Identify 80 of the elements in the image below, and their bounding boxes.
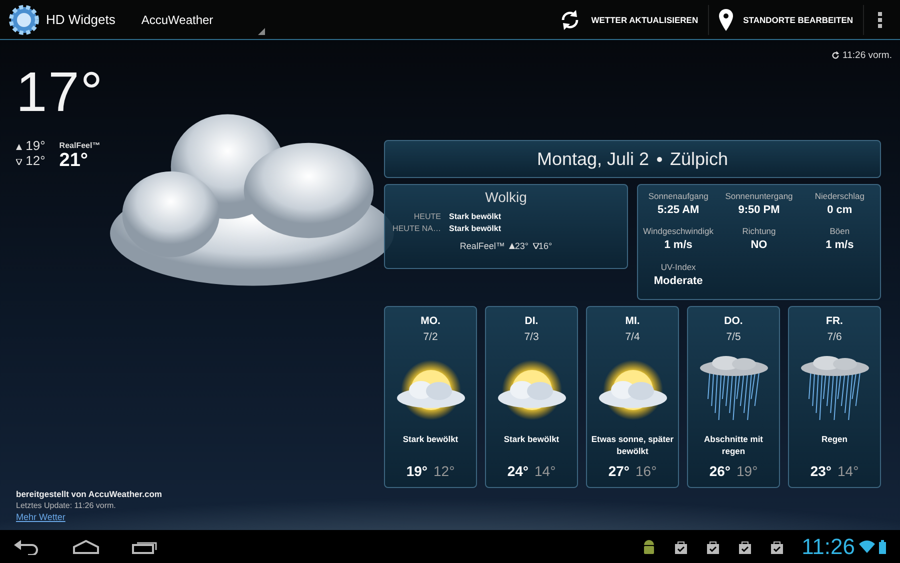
current-temperature: 17° bbox=[16, 64, 105, 120]
condition-text: Wolkig bbox=[485, 189, 527, 205]
refresh-icon bbox=[830, 50, 840, 60]
date-text: Montag, Juli 2 bbox=[536, 148, 650, 170]
forecast-low: 16° bbox=[636, 463, 657, 479]
realfeel-temperature: 21° bbox=[59, 153, 90, 168]
gear-logo-icon bbox=[8, 4, 40, 36]
forecast-condition: Etwas sonne, später bewölkt bbox=[590, 433, 675, 458]
detail-label: Böen bbox=[830, 226, 850, 236]
realfeel-label: RealFeel™ bbox=[59, 140, 100, 152]
period-condition: Stark bewölkt bbox=[449, 223, 502, 235]
update-time-text: 11:26 vorm. bbox=[842, 50, 892, 60]
forecast-high: 27° bbox=[608, 463, 630, 479]
day-date: 7/4 bbox=[625, 331, 640, 343]
status-clock: 11:26 bbox=[802, 534, 855, 560]
forecast-condition: Regen bbox=[820, 433, 848, 446]
down-triangle-icon bbox=[16, 159, 22, 165]
detail-value: 1 m/s bbox=[664, 239, 692, 252]
forecast-high: 26° bbox=[709, 463, 730, 479]
realfeel-high: 23° bbox=[508, 241, 529, 251]
up-triangle-icon bbox=[16, 144, 22, 150]
detail-label: Richtung bbox=[742, 226, 776, 236]
detail-value: Moderate bbox=[654, 274, 703, 287]
edit-locations-button[interactable]: STANDORTE BEARBEITEN bbox=[709, 4, 864, 34]
more-weather-link[interactable]: Mehr Wetter bbox=[16, 512, 384, 522]
day-date: 7/6 bbox=[827, 331, 842, 343]
low-temperature: 12° bbox=[16, 153, 46, 168]
detail-label: Sonnenaufgang bbox=[648, 191, 708, 201]
detail-label: Niederschlag bbox=[814, 191, 864, 201]
dot-separator-icon bbox=[657, 156, 662, 162]
day-name: MO. bbox=[420, 315, 440, 327]
forecast-low: 12° bbox=[434, 463, 455, 479]
shopping-bag-icon bbox=[674, 540, 688, 554]
day-date: 7/3 bbox=[524, 331, 539, 343]
back-icon[interactable] bbox=[14, 538, 40, 554]
recent-apps-icon[interactable] bbox=[132, 540, 158, 554]
day-name: MI. bbox=[625, 315, 640, 327]
detail-value: 9:50 PM bbox=[738, 204, 780, 216]
credit-text: bereitgestellt von AccuWeather.com bbox=[16, 489, 163, 499]
day-name: DO. bbox=[724, 315, 743, 327]
forecast-high: 23° bbox=[810, 463, 832, 479]
period-label: HEUTE bbox=[412, 211, 441, 223]
app-title: HD Widgets bbox=[46, 12, 116, 27]
home-icon[interactable] bbox=[72, 540, 100, 554]
battery-icon bbox=[879, 540, 886, 554]
last-update-text: Letztes Update: 11:26 vorm. bbox=[16, 501, 117, 510]
detail-value: 0 cm bbox=[827, 204, 852, 216]
detail-value: 5:25 AM bbox=[657, 204, 700, 216]
period-condition: Stark bewölkt bbox=[449, 211, 502, 223]
shopping-bag-icon bbox=[770, 540, 784, 554]
android-robot-icon bbox=[642, 538, 656, 556]
high-temperature: 19° bbox=[16, 138, 46, 153]
realfeel-label: RealFeel™ bbox=[460, 241, 505, 251]
forecast-condition: Abschnitte mit regen bbox=[702, 433, 764, 458]
day-name: FR. bbox=[826, 315, 843, 327]
forecast-low: 14° bbox=[534, 463, 556, 479]
forecast-low: 14° bbox=[838, 463, 859, 479]
down-triangle-icon bbox=[532, 243, 539, 249]
shopping-bag-icon bbox=[706, 540, 720, 554]
period-label: HEUTE NA… bbox=[392, 223, 441, 235]
refresh-button[interactable]: WETTER AKTUALISIEREN bbox=[549, 4, 710, 34]
forecast-high: 24° bbox=[507, 463, 528, 479]
location-text: Zülpich bbox=[670, 148, 728, 170]
location-pin-icon bbox=[719, 8, 734, 30]
day-date: 7/2 bbox=[423, 331, 438, 343]
forecast-low: 19° bbox=[736, 463, 758, 479]
day-name: DI. bbox=[524, 315, 538, 327]
forecast-high: 19° bbox=[406, 463, 428, 479]
detail-value: NO bbox=[750, 239, 768, 252]
shopping-bag-icon bbox=[738, 540, 752, 554]
up-triangle-icon bbox=[508, 243, 515, 249]
detail-value: 1 m/s bbox=[826, 239, 854, 252]
wifi-icon bbox=[859, 540, 875, 553]
forecast-condition: Stark bewölkt bbox=[402, 433, 460, 446]
detail-label: UV-Index bbox=[660, 262, 696, 272]
realfeel-low: 16° bbox=[532, 241, 552, 251]
day-date: 7/5 bbox=[726, 331, 741, 343]
detail-label: Sonnenuntergang bbox=[725, 191, 793, 201]
detail-label: Windgeschwindigk bbox=[643, 226, 714, 236]
forecast-condition: Stark bewölkt bbox=[502, 433, 560, 446]
